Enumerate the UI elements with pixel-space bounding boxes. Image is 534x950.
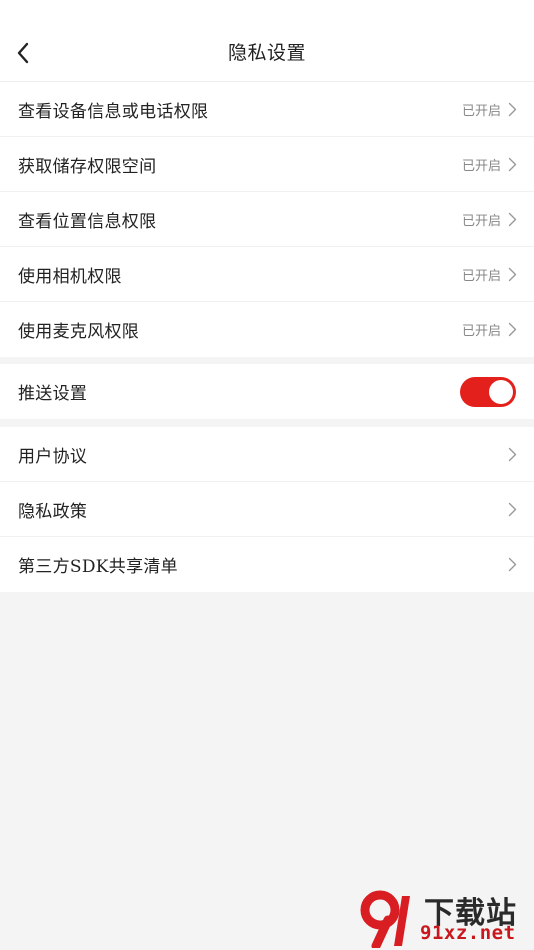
row-label: 使用麦克风权限 bbox=[18, 322, 140, 342]
push-toggle[interactable] bbox=[460, 376, 516, 407]
third-party-sdk-row[interactable]: 第三方SDK共享清单 bbox=[0, 537, 534, 592]
watermark-logo-icon bbox=[360, 890, 410, 948]
row-label: 用户协议 bbox=[18, 446, 88, 467]
chevron-right-icon bbox=[506, 266, 518, 282]
row-label: 隐私政策 bbox=[18, 501, 88, 522]
toggle-knob bbox=[489, 379, 513, 404]
permission-row-microphone[interactable]: 使用麦克风权限 已开启 bbox=[0, 302, 534, 357]
status-text: 已开启 bbox=[461, 103, 501, 119]
user-agreement-row[interactable]: 用户协议 bbox=[0, 427, 534, 482]
chevron-right-icon bbox=[506, 501, 518, 517]
push-settings-row: 推送设置 bbox=[0, 364, 534, 419]
chevron-right-icon bbox=[506, 322, 518, 338]
chevron-right-icon bbox=[506, 557, 518, 573]
row-label: 第三方SDK共享清单 bbox=[18, 557, 178, 577]
row-label: 查看设备信息或电话权限 bbox=[18, 101, 209, 122]
header-bar: 隐私设置 bbox=[0, 0, 534, 82]
legal-group: 用户协议 隐私政策 第三方SDK共享清单 bbox=[0, 427, 534, 592]
row-label: 使用相机权限 bbox=[18, 266, 122, 287]
status-text: 已开启 bbox=[461, 324, 501, 339]
permission-row-device-phone[interactable]: 查看设备信息或电话权限 已开启 bbox=[0, 82, 534, 137]
permission-row-location[interactable]: 查看位置信息权限 已开启 bbox=[0, 192, 534, 247]
row-label: 推送设置 bbox=[18, 384, 88, 404]
chevron-right-icon bbox=[506, 101, 518, 117]
status-text: 已开启 bbox=[461, 158, 501, 174]
chevron-right-icon bbox=[506, 446, 518, 462]
privacy-settings-page: 隐私设置 查看设备信息或电话权限 已开启 获取储存权限空间 已开启 查看位置信息… bbox=[0, 0, 534, 950]
privacy-policy-row[interactable]: 隐私政策 bbox=[0, 482, 534, 537]
page-title: 隐私设置 bbox=[227, 42, 306, 64]
row-label: 查看位置信息权限 bbox=[18, 211, 157, 232]
push-group: 推送设置 bbox=[0, 364, 534, 419]
chevron-right-icon bbox=[506, 156, 518, 172]
chevron-right-icon bbox=[506, 211, 518, 227]
site-watermark: 下载站 91xz.net bbox=[358, 888, 528, 948]
permission-row-camera[interactable]: 使用相机权限 已开启 bbox=[0, 247, 534, 302]
row-label: 获取储存权限空间 bbox=[18, 156, 157, 177]
watermark-domain: 91xz.net bbox=[420, 922, 516, 944]
status-text: 已开启 bbox=[461, 268, 501, 284]
permission-row-storage[interactable]: 获取储存权限空间 已开启 bbox=[0, 137, 534, 192]
permissions-group: 查看设备信息或电话权限 已开启 获取储存权限空间 已开启 查看位置信息权限 已开… bbox=[0, 82, 534, 357]
status-text: 已开启 bbox=[461, 213, 501, 229]
